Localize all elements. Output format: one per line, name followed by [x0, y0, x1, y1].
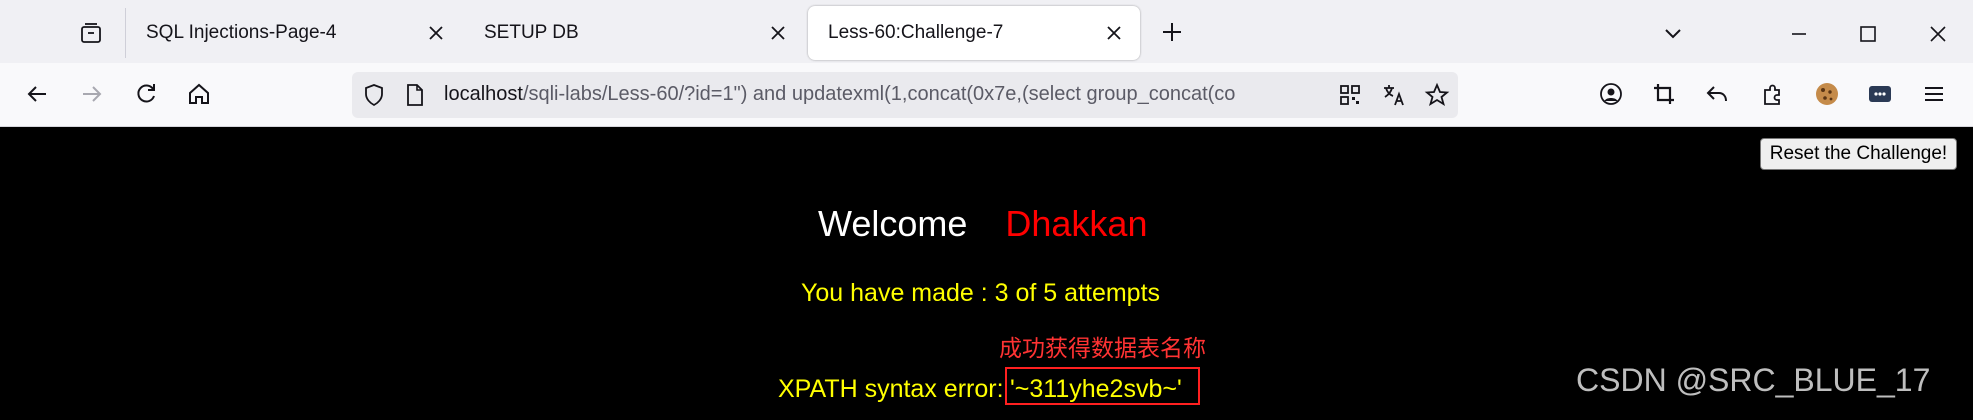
hamburger-menu-icon	[1925, 87, 1943, 101]
minimize-icon[interactable]	[1785, 20, 1813, 48]
close-icon[interactable]	[426, 23, 446, 43]
url-text[interactable]: localhost/sqli-labs/Less-60/?id=1") and …	[444, 83, 1324, 106]
shield-icon[interactable]	[362, 83, 386, 107]
reset-challenge-button[interactable]: Reset the Challenge!	[1760, 138, 1957, 170]
reload-icon	[137, 84, 155, 103]
close-icon[interactable]	[768, 23, 788, 43]
crop-icon	[1654, 84, 1674, 104]
account-icon	[1600, 83, 1622, 105]
attempts-message: You have made : 3 of 5 attempts	[801, 279, 1161, 307]
navigation-bar: localhost/sqli-labs/Less-60/?id=1") and …	[0, 63, 1973, 127]
forward-button[interactable]	[75, 78, 107, 110]
hackbar-extension-button[interactable]	[1864, 78, 1896, 110]
translate-icon[interactable]	[1381, 82, 1407, 108]
tab-less-60[interactable]: Less-60:Challenge-7	[808, 6, 1140, 60]
puzzle-icon	[1764, 84, 1780, 105]
reload-button[interactable]	[130, 78, 162, 110]
tab-list-button[interactable]	[74, 19, 108, 49]
chevron-down-icon[interactable]	[1659, 20, 1687, 48]
qr-code-icon[interactable]	[1338, 83, 1362, 107]
home-button[interactable]	[183, 78, 215, 110]
screenshot-button[interactable]	[1648, 78, 1680, 110]
xpath-error-value: '~311yhe2svb~'	[1010, 375, 1182, 403]
user-name: Dhakkan	[1005, 203, 1148, 244]
account-button[interactable]	[1595, 78, 1627, 110]
new-tab-icon[interactable]	[1158, 18, 1186, 46]
page-icon[interactable]	[404, 83, 426, 107]
tab-label: SETUP DB	[484, 22, 579, 43]
maximize-icon[interactable]	[1854, 20, 1882, 48]
extensions-button[interactable]	[1757, 78, 1789, 110]
home-icon	[189, 83, 209, 104]
cookie-icon	[1816, 83, 1838, 105]
cookie-extension-button[interactable]	[1811, 78, 1843, 110]
back-arrow-icon	[27, 86, 46, 102]
tab-bar: SQL Injections-Page-4 SETUP DB Less-60:C…	[0, 0, 1973, 63]
xpath-error-label: XPATH syntax error:	[778, 375, 1004, 403]
tab-label: SQL Injections-Page-4	[146, 22, 337, 43]
undo-arrow-icon	[1706, 86, 1727, 102]
page-content: Reset the Challenge! Welcome Dhakkan You …	[0, 127, 1973, 420]
window-close-icon[interactable]	[1924, 20, 1952, 48]
hackbar-icon	[1869, 86, 1891, 102]
watermark: CSDN @SRC_BLUE_17	[1576, 362, 1931, 398]
welcome-text: Welcome	[818, 203, 968, 244]
menu-button[interactable]	[1918, 78, 1950, 110]
tab-setup-db[interactable]: SETUP DB	[464, 6, 804, 60]
browser-chrome: SQL Injections-Page-4 SETUP DB Less-60:C…	[0, 0, 1973, 127]
tab-label: Less-60:Challenge-7	[828, 22, 1004, 43]
undo-button[interactable]	[1701, 78, 1733, 110]
star-icon[interactable]	[1424, 82, 1450, 108]
address-bar[interactable]: localhost/sqli-labs/Less-60/?id=1") and …	[352, 72, 1458, 118]
close-icon[interactable]	[1104, 23, 1124, 43]
firefox-view-icon	[81, 23, 101, 43]
welcome-heading: Welcome Dhakkan	[818, 203, 1147, 245]
tab-sql-injections[interactable]: SQL Injections-Page-4	[126, 6, 462, 60]
forward-arrow-icon	[83, 86, 102, 102]
back-button[interactable]	[22, 78, 54, 110]
annotation-note: 成功获得数据表名称	[999, 335, 1206, 361]
